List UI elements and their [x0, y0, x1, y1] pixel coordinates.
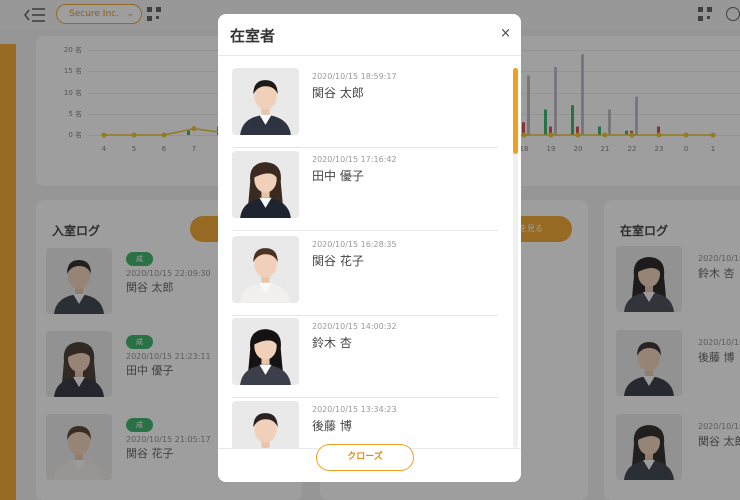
entry-time: 2020/10/15 16:28:35: [312, 240, 397, 249]
avatar: [232, 236, 299, 303]
entry-time: 2020/10/15 14:00:32: [312, 322, 397, 331]
avatar: [232, 318, 299, 385]
occupant-row[interactable]: 2020/10/15 17:16:42 田中 優子: [232, 149, 498, 231]
avatar: [232, 68, 299, 135]
occupant-row[interactable]: 2020/10/15 14:00:32 鈴木 杏: [232, 316, 498, 398]
close-button[interactable]: クローズ: [316, 444, 414, 471]
entry-name: 鈴木 杏: [312, 336, 352, 350]
entry-name: 関谷 太郎: [312, 86, 364, 100]
occupant-list[interactable]: 2020/10/15 18:59:17 関谷 太郎 2020/10/15 17:16…: [218, 66, 521, 448]
close-icon[interactable]: ×: [500, 26, 511, 41]
scrollbar[interactable]: [513, 68, 518, 448]
entry-time: 2020/10/15 13:34:23: [312, 405, 397, 414]
entry-time: 2020/10/15 18:59:17: [312, 72, 397, 81]
entry-name: 田中 優子: [312, 169, 364, 183]
avatar: [232, 401, 299, 448]
modal-header: 在室者 ×: [218, 14, 521, 56]
scrollbar-thumb[interactable]: [513, 68, 518, 154]
avatar: [232, 151, 299, 218]
occupants-modal: 在室者 × 2020/10/15 18:59:17 関谷 太郎 2020/10/15…: [218, 14, 521, 482]
entry-name: 関谷 花子: [312, 254, 364, 268]
entry-time: 2020/10/15 17:16:42: [312, 155, 397, 164]
modal-title: 在室者: [230, 27, 276, 45]
occupant-row[interactable]: 2020/10/15 16:28:35 関谷 花子: [232, 234, 498, 316]
occupant-row[interactable]: 2020/10/15 18:59:17 関谷 太郎: [232, 66, 498, 148]
occupant-row[interactable]: 2020/10/15 13:34:23 後藤 博: [232, 399, 498, 448]
entry-name: 後藤 博: [312, 419, 352, 433]
